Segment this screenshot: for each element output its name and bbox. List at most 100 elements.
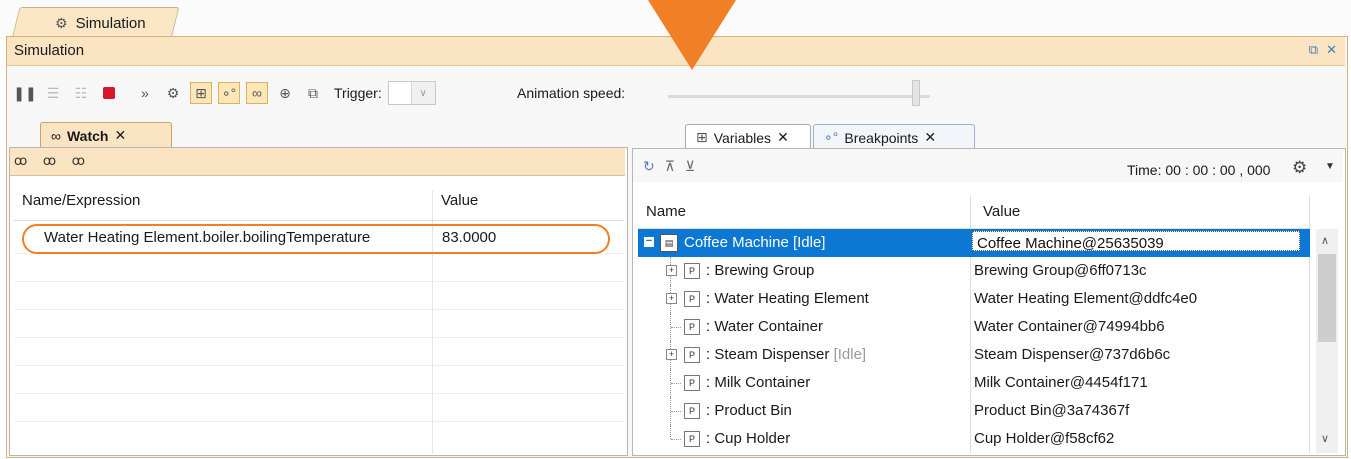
row-value: Water Heating Element@ddfc4e0 xyxy=(974,290,1198,307)
scrollbar-thumb[interactable] xyxy=(1318,254,1336,342)
restore-icon[interactable]: ⧉ xyxy=(1309,42,1318,58)
variables-header-name[interactable]: Name xyxy=(646,203,686,220)
tab-breakpoints[interactable]: ∘° Breakpoints ✕ xyxy=(813,124,975,150)
part-icon: P xyxy=(684,375,700,391)
variables-tool-icons[interactable]: ↻⊼⊻ xyxy=(643,158,705,175)
row-value: Steam Dispenser@737d6b6c xyxy=(974,346,1171,363)
watch-row-line xyxy=(14,421,624,422)
row-name: : Milk Container xyxy=(706,374,811,391)
row-value: Coffee Machine@25635039 xyxy=(972,231,1300,252)
watch-row-line xyxy=(14,309,624,310)
table-row[interactable]: − ▤ Coffee Machine [Idle] Coffee Machine… xyxy=(638,229,1310,257)
watch-header-name[interactable]: Name/Expression xyxy=(22,192,140,209)
tab-watch[interactable]: ∞ Watch ✕ xyxy=(40,122,172,148)
row-value: Cup Holder@f58cf62 xyxy=(974,430,1115,447)
highlight-oval xyxy=(22,224,610,254)
row-name-text: : Steam Dispenser xyxy=(706,346,830,363)
part-icon: P xyxy=(684,347,700,363)
pause-icon[interactable]: ❚❚ xyxy=(13,82,36,104)
table-row[interactable]: + P : Brewing Group Brewing Group@6ff071… xyxy=(638,257,1310,285)
table-row[interactable]: + P : Water Heating Element Water Heatin… xyxy=(638,285,1310,313)
watch-row-line xyxy=(14,281,624,282)
watch-icon: ∞ xyxy=(51,127,61,144)
step-into-icon[interactable]: ☰ xyxy=(42,82,64,104)
row-name: : Product Bin xyxy=(706,402,792,419)
row-name: Coffee Machine [Idle] xyxy=(684,234,826,251)
animation-speed-slider[interactable] xyxy=(668,95,930,98)
row-name: : Water Container xyxy=(706,318,823,335)
watch-row-line xyxy=(14,337,624,338)
top-tab-label: Simulation xyxy=(75,14,146,32)
row-name: : Steam Dispenser [Idle] xyxy=(706,346,866,363)
expand-icon[interactable]: + xyxy=(666,293,677,304)
expand-icon[interactable]: + xyxy=(666,349,677,360)
table-row[interactable]: P : Cup Holder Cup Holder@f58cf62 xyxy=(638,425,1310,453)
watch-row-line xyxy=(14,393,624,394)
block-icon: ▤ xyxy=(660,234,678,252)
watch-header-value[interactable]: Value xyxy=(441,192,478,209)
simulation-title: Simulation xyxy=(14,42,85,59)
table-row[interactable]: + P : Steam Dispenser [Idle] Steam Dispe… xyxy=(638,341,1310,369)
variables-header-value[interactable]: Value xyxy=(983,203,1020,220)
variables-tab-label: Variables xyxy=(713,129,772,146)
simulation-gear-icon: ⚙ xyxy=(55,14,68,31)
close-icon[interactable]: ✕ xyxy=(924,129,936,146)
watch-toggle-icon[interactable]: ∞ xyxy=(246,82,268,104)
simulation-config-icon[interactable]: ⚙ xyxy=(162,82,184,104)
refresh-icon[interactable]: ↻ xyxy=(643,158,665,174)
export-icon[interactable]: ⧉ xyxy=(302,82,324,104)
watch-row-line xyxy=(14,365,624,366)
gear-icon[interactable]: ⚙ xyxy=(1292,158,1307,178)
step-over-icon[interactable]: ☷ xyxy=(70,82,92,104)
export-down-icon[interactable]: ⊻ xyxy=(685,158,705,174)
variables-toggle-icon[interactable]: ⊞ xyxy=(190,82,212,104)
close-icon[interactable]: ✕ xyxy=(1326,42,1337,58)
row-name: : Water Heating Element xyxy=(706,290,869,307)
stop-icon[interactable] xyxy=(98,82,120,104)
row-value: Water Container@74994bb6 xyxy=(974,318,1165,335)
callout-arrow xyxy=(648,0,736,70)
animation-speed-label: Animation speed: xyxy=(517,85,626,101)
row-value: Milk Container@4454f171 xyxy=(974,374,1148,391)
chevron-down-icon[interactable]: ∨ xyxy=(1321,432,1329,445)
simulation-top-tab-label[interactable]: ⚙ Simulation xyxy=(55,12,146,34)
chevron-up-icon[interactable]: ∧ xyxy=(1321,234,1329,247)
breakpoints-icon: ∘° xyxy=(824,129,839,145)
lock-icon[interactable]: ⊕ xyxy=(274,82,296,104)
collapse-icon[interactable]: − xyxy=(644,236,654,247)
state-suffix: [Idle] xyxy=(833,346,867,363)
expand-icon[interactable]: + xyxy=(666,265,677,276)
trigger-select[interactable]: ∨ xyxy=(387,81,436,105)
window-controls: ⧉ ✕ xyxy=(1309,42,1337,58)
watch-toolbar xyxy=(10,148,625,176)
row-name: : Cup Holder xyxy=(706,430,791,447)
animation-speed-thumb[interactable] xyxy=(911,80,920,106)
breakpoints-tab-label: Breakpoints xyxy=(844,129,919,146)
watch-tab-label: Watch xyxy=(66,127,109,144)
part-icon: P xyxy=(684,291,700,307)
row-name: : Brewing Group xyxy=(706,262,815,279)
row-value: Product Bin@3a74367f xyxy=(974,402,1130,419)
tab-variables[interactable]: ⊞ Variables ✕ xyxy=(685,124,811,150)
watch-tool-icons[interactable]: ꝏ ꝏ ꝏ xyxy=(14,153,91,169)
part-icon: P xyxy=(684,319,700,335)
close-icon[interactable]: ✕ xyxy=(114,127,126,144)
part-icon: P xyxy=(684,431,700,447)
part-icon: P xyxy=(684,263,700,279)
simulation-toolbar: ❚❚ ☰ ☷ » ⚙ ⊞ ∘° ∞ ⊕ ⧉ Trigger: ∨ xyxy=(13,80,436,106)
variables-icon: ⊞ xyxy=(696,129,708,145)
table-row[interactable]: P : Product Bin Product Bin@3a74367f xyxy=(638,397,1310,425)
breakpoints-toggle-icon[interactable]: ∘° xyxy=(218,82,240,104)
trigger-label: Trigger: xyxy=(334,85,382,101)
part-icon: P xyxy=(684,403,700,419)
fast-forward-icon[interactable]: » xyxy=(134,82,156,104)
table-row[interactable]: P : Water Container Water Container@7499… xyxy=(638,313,1310,341)
export-up-icon[interactable]: ⊼ xyxy=(665,158,685,174)
chevron-down-icon: ∨ xyxy=(419,87,427,99)
close-icon[interactable]: ✕ xyxy=(777,129,789,146)
time-readout: Time: 00 : 00 : 00 , 000 xyxy=(1127,162,1271,178)
table-row[interactable]: P : Milk Container Milk Container@4454f1… xyxy=(638,369,1310,397)
chevron-down-icon[interactable]: ▼ xyxy=(1325,161,1335,172)
watch-header-line xyxy=(14,220,624,221)
row-value: Brewing Group@6ff0713c xyxy=(974,262,1147,279)
